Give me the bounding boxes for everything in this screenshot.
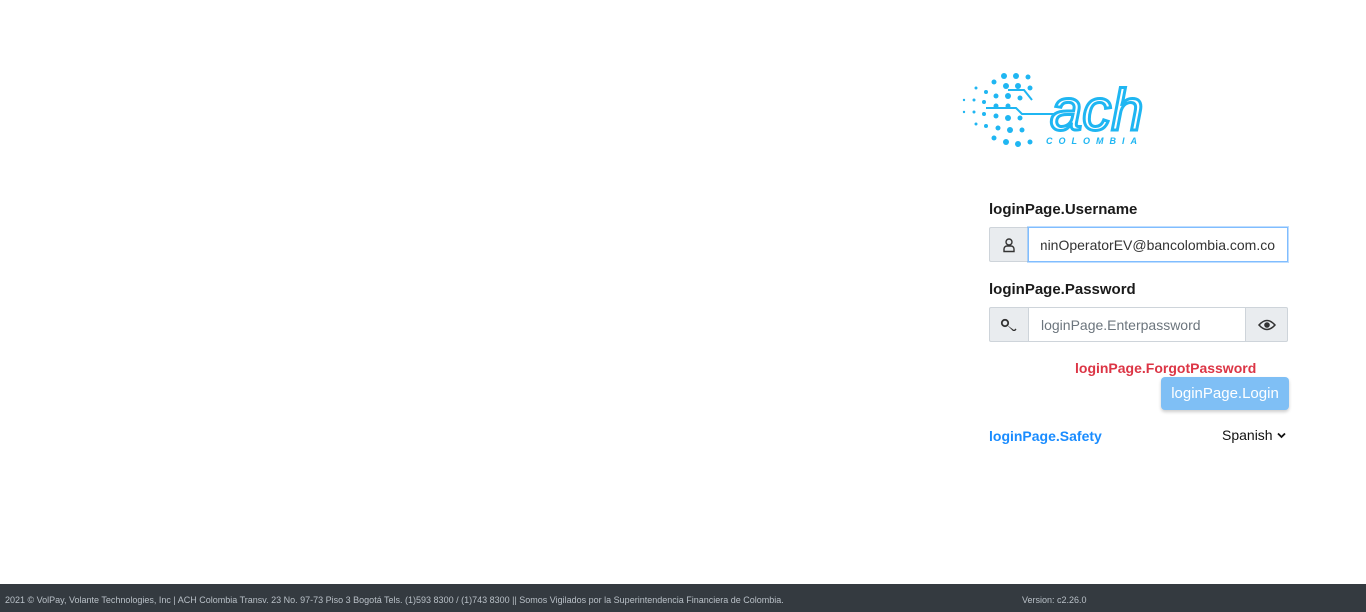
password-input-group <box>989 307 1288 342</box>
login-button[interactable]: loginPage.Login <box>1161 377 1289 410</box>
logo-wordmark: ach <box>1050 78 1144 143</box>
footer-version: Version: c2.26.0 <box>1022 595 1087 605</box>
language-select[interactable]: Spanish <box>1222 427 1286 443</box>
chevron-down-icon <box>1276 432 1286 438</box>
user-icon <box>989 227 1028 262</box>
forgot-password-link[interactable]: loginPage.ForgotPassword <box>1075 360 1256 376</box>
footer: 2021 © VolPay, Volante Technologies, Inc… <box>0 584 1366 612</box>
password-label: loginPage.Password <box>989 281 1136 298</box>
safety-link[interactable]: loginPage.Safety <box>989 428 1102 444</box>
language-value: Spanish <box>1222 427 1273 443</box>
eye-icon[interactable] <box>1246 307 1288 342</box>
username-label: loginPage.Username <box>989 201 1138 218</box>
key-icon <box>989 307 1028 342</box>
logo-subtitle: COLOMBIA <box>1046 136 1143 146</box>
footer-copyright: 2021 © VolPay, Volante Technologies, Inc… <box>5 595 784 605</box>
username-input[interactable] <box>1028 227 1288 262</box>
username-input-group <box>989 227 1288 262</box>
password-input[interactable] <box>1028 307 1246 342</box>
